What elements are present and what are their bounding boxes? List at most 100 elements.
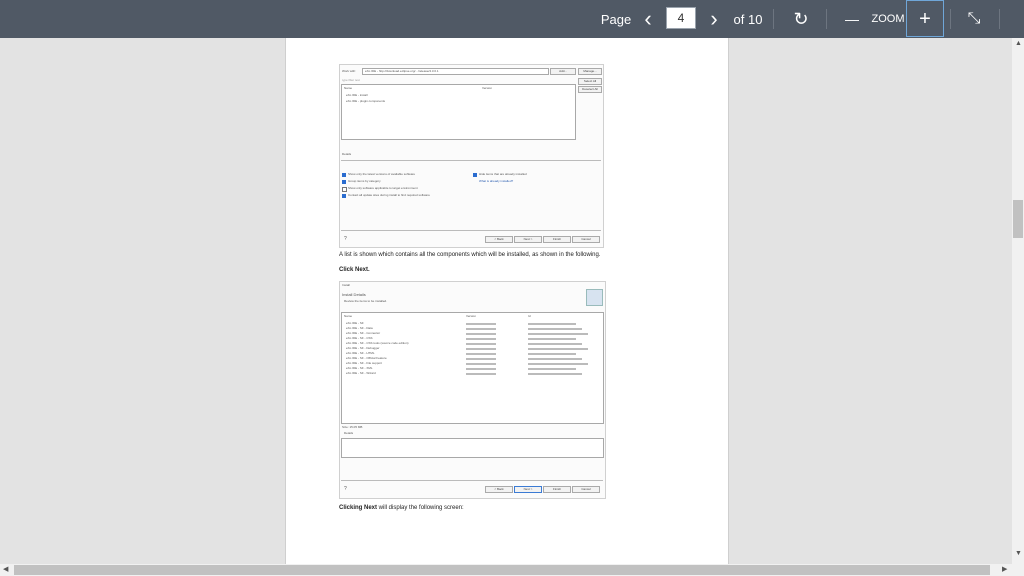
back-button: < Back	[485, 486, 513, 493]
back-button: < Back	[485, 236, 513, 243]
checkbox-unchecked	[342, 187, 347, 192]
work-with-url: eXo IDE - http://download.eclipse.org/..…	[365, 69, 439, 73]
toolbar-divider	[826, 9, 827, 29]
option-hide-installed: Hide items that are already installed	[479, 172, 527, 176]
install-row-name: eXo IDE - SF - Wizard	[346, 371, 376, 375]
software-list: Name Version eXo IDE - install eXo IDE -…	[341, 84, 576, 140]
scroll-left-icon[interactable]: ◀	[3, 565, 8, 573]
bold-text: Clicking Next	[339, 505, 378, 511]
deselect-all-button: Deselect All	[578, 86, 602, 93]
install-row-version	[466, 368, 496, 370]
install-row-id	[528, 333, 588, 335]
zoom-label: ZOOM	[871, 13, 905, 25]
details-label: Details	[344, 431, 354, 435]
install-row-name: eXo IDE - SF - Connector	[346, 331, 381, 335]
divider	[341, 230, 601, 231]
page-label: Page	[600, 11, 632, 27]
install-row-name: eXo IDE - SF	[346, 321, 364, 325]
scroll-right-icon[interactable]: ▶	[1002, 565, 1007, 573]
next-button: Next >	[514, 236, 542, 243]
install-row-version	[466, 338, 496, 340]
install-row-id	[528, 323, 576, 325]
page-count: of 10	[733, 11, 763, 27]
col-version: Version	[466, 314, 477, 318]
window-title: Install	[342, 283, 350, 287]
install-items-table: Name Version Id eXo IDE - SF eXo IDE - SF…	[341, 312, 604, 424]
install-row-id	[528, 348, 588, 350]
add-button: Add...	[550, 68, 576, 75]
document-viewport[interactable]: Work with: eXo IDE - http://download.ecl…	[0, 38, 1012, 564]
software-item: eXo IDE - plugin components	[346, 99, 386, 103]
zoom-in-icon: +	[919, 7, 931, 30]
paragraph-text: Click Next.	[339, 267, 370, 273]
horizontal-scrollbar[interactable]: ◀ ▶	[0, 564, 1024, 576]
page-number-input[interactable]: 4	[666, 7, 696, 29]
size-label: Size: 15.05 MB	[342, 425, 363, 429]
install-row-name: eXo IDE - SF - CSS	[346, 336, 373, 340]
collapse-icon[interactable]: ⤡	[962, 0, 986, 38]
scroll-up-icon[interactable]: ▲	[1015, 40, 1022, 47]
scroll-down-icon[interactable]: ▼	[1015, 550, 1022, 557]
previous-page-icon[interactable]: ‹	[638, 0, 658, 38]
install-row-name: eXo IDE - SF - Official Feature	[346, 356, 387, 360]
paragraph-text: A list is shown which contains all the c…	[339, 252, 601, 258]
install-row-version	[466, 358, 496, 360]
pdf-toolbar: Page ‹ 4 › of 10 ↻ — ZOOM + ⤡	[0, 0, 1024, 38]
software-item: eXo IDE - install	[346, 93, 368, 97]
paragraph-text: Clicking Next will display the following…	[339, 505, 464, 511]
install-row-version	[466, 333, 496, 335]
install-row-name: eXo IDE - SF - Debugger	[346, 346, 380, 350]
install-row-version	[466, 373, 496, 375]
finish-button: Finish	[543, 486, 571, 493]
option-applicable-software: Show only software applicable to target …	[348, 186, 418, 190]
divider	[341, 480, 603, 481]
rotate-icon[interactable]: ↻	[790, 0, 812, 38]
install-row-id	[528, 368, 576, 370]
install-subheading: Review the items to be installed.	[344, 299, 388, 303]
details-label: Details	[342, 152, 352, 156]
option-group-by-category: Group items by category	[348, 179, 381, 183]
install-row-name: eXo IDE - SF - HTML	[346, 351, 375, 355]
zoom-out-icon[interactable]: —	[842, 0, 862, 38]
option-latest-versions: Show only the latest versions of availab…	[348, 172, 416, 176]
checkbox-checked	[342, 173, 346, 177]
vertical-scroll-thumb[interactable]	[1013, 200, 1023, 238]
install-row-name: eXo IDE - SF - CSS tools (source code ed…	[346, 341, 409, 345]
work-with-label: Work with:	[342, 69, 356, 73]
toolbar-divider	[950, 9, 951, 29]
select-all-button: Select All	[578, 78, 602, 85]
install-heading: Install Details	[342, 292, 366, 297]
checkbox-checked	[473, 173, 477, 177]
install-row-id	[528, 373, 582, 375]
install-row-name: eXo IDE - SF - XML	[346, 366, 373, 370]
filter-placeholder: type filter text	[342, 78, 360, 82]
install-row-id	[528, 343, 582, 345]
checkbox-checked	[342, 194, 346, 198]
option-contact-update-sites: Contact all update sites during install …	[348, 193, 430, 197]
vertical-scrollbar[interactable]: ▲ ▼	[1012, 38, 1024, 564]
finish-button: Finish	[543, 236, 571, 243]
install-row-id	[528, 338, 576, 340]
wizard-banner-icon	[586, 289, 603, 306]
install-row-version	[466, 328, 496, 330]
install-row-version	[466, 363, 496, 365]
install-row-version	[466, 348, 496, 350]
install-row-id	[528, 358, 582, 360]
text-rest: will display the following screen:	[377, 505, 464, 511]
toolbar-divider	[773, 9, 774, 29]
col-id: Id	[528, 314, 531, 318]
install-row-version	[466, 323, 496, 325]
details-box	[341, 438, 604, 458]
pdf-page: Work with: eXo IDE - http://download.ecl…	[285, 38, 729, 564]
zoom-in-button[interactable]: +	[906, 0, 944, 37]
next-page-icon[interactable]: ›	[704, 0, 724, 38]
install-row-name: eXo IDE - SF - File support	[346, 361, 383, 365]
cancel-button: Cancel	[572, 236, 600, 243]
divider	[341, 160, 601, 161]
wizard-screenshot-available-software: Work with: eXo IDE - http://download.ecl…	[339, 64, 604, 248]
install-row-id	[528, 353, 576, 355]
cancel-button: Cancel	[572, 486, 600, 493]
col-name: Name	[344, 86, 353, 90]
horizontal-scroll-thumb[interactable]	[14, 565, 990, 575]
install-row-version	[466, 343, 496, 345]
